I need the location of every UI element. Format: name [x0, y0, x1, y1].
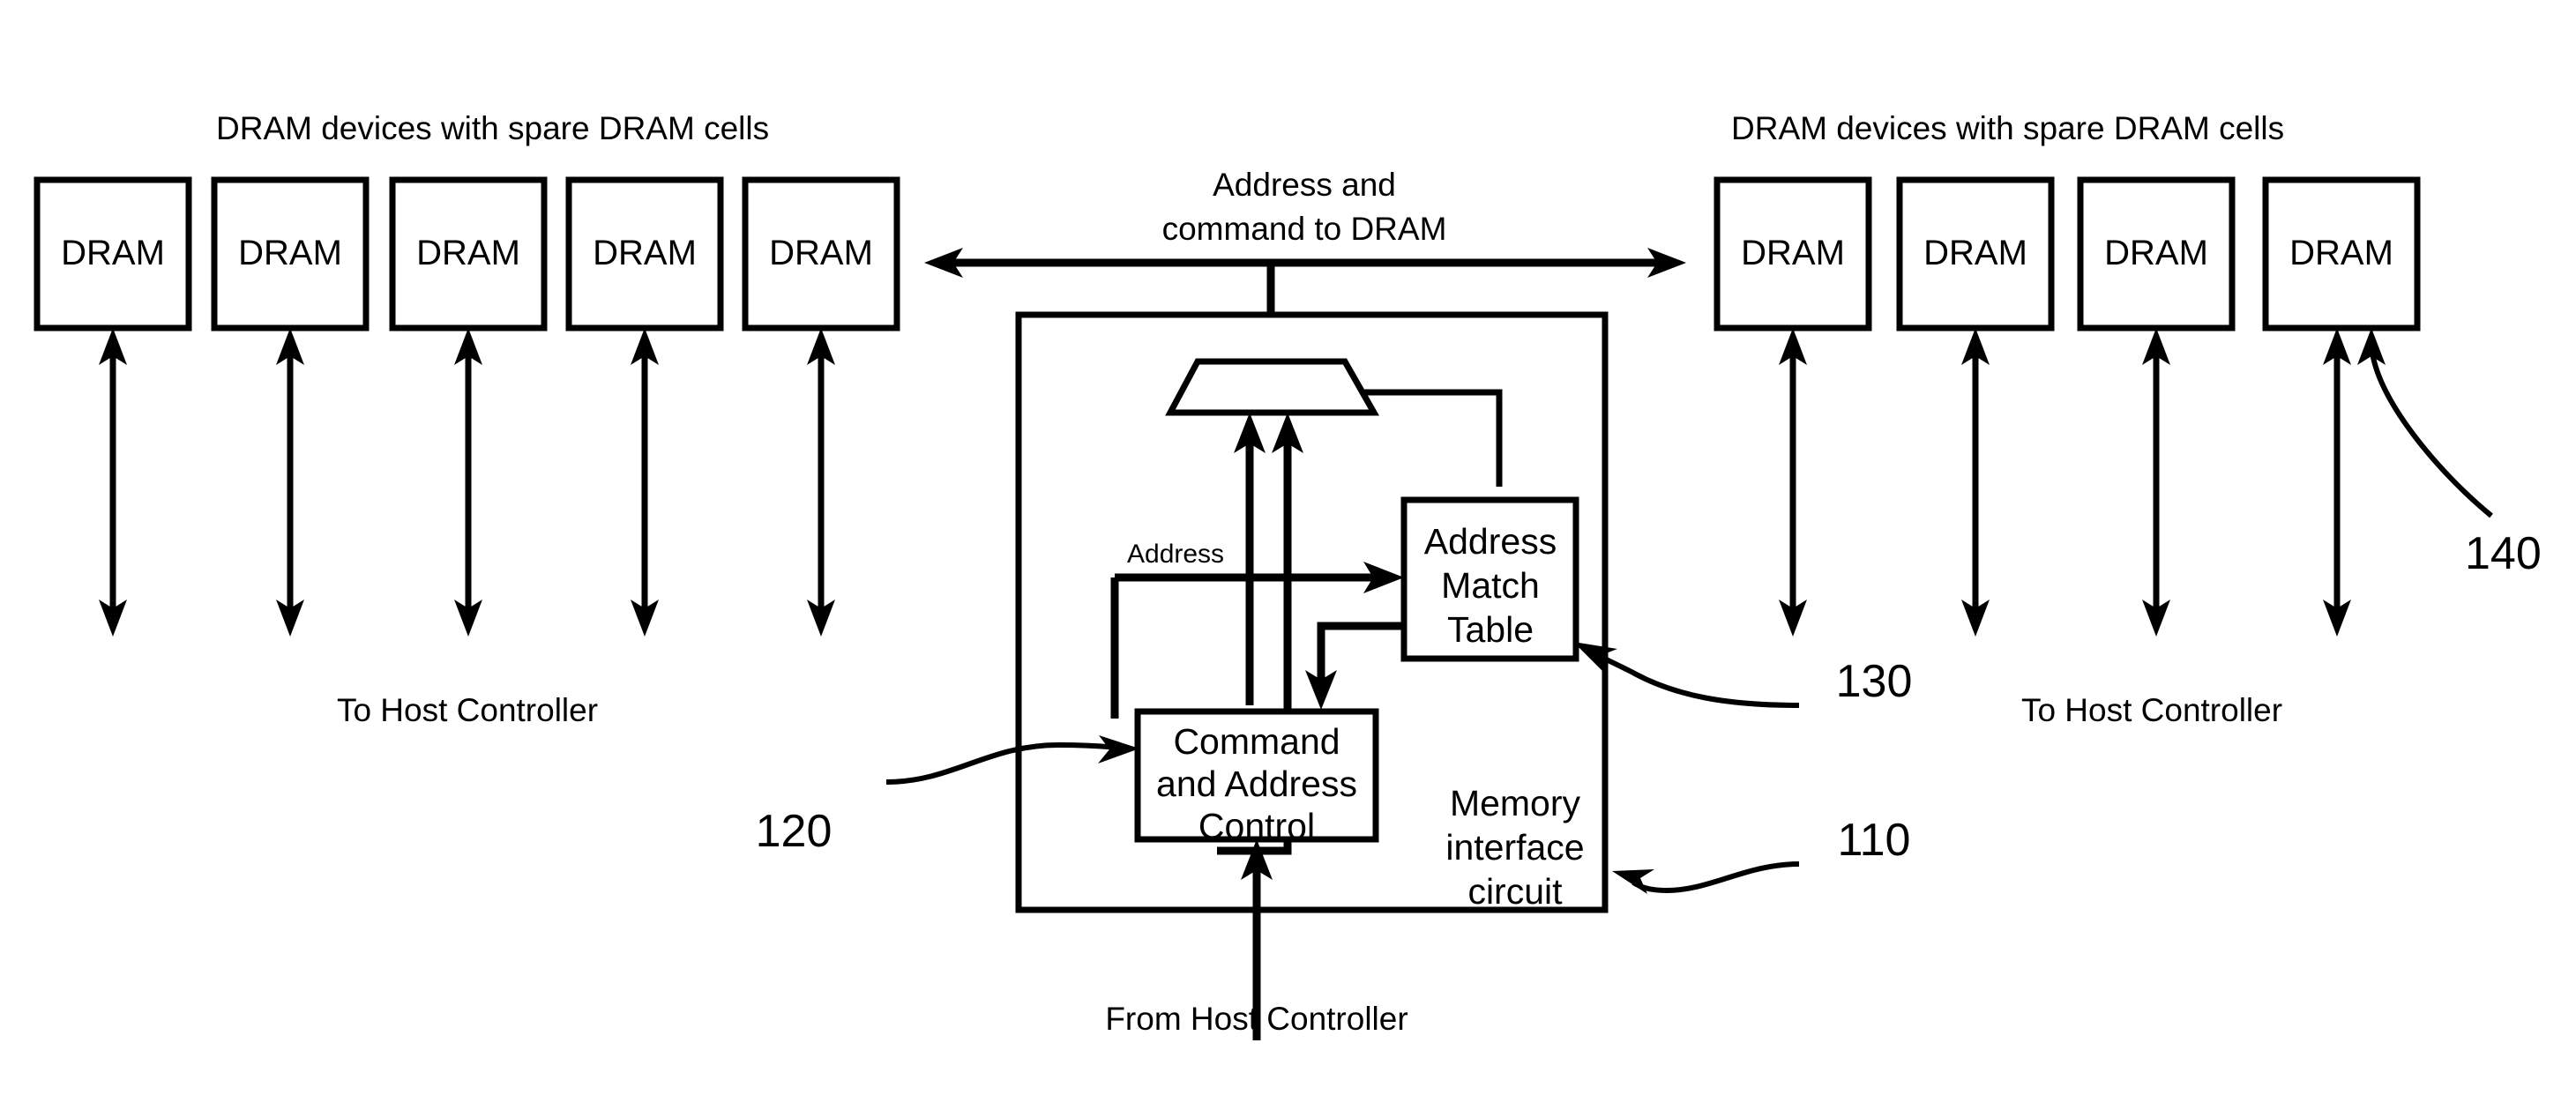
cac-line-2: and Address [1156, 764, 1357, 804]
right-dram-group: DRAM DRAM DRAM DRAM [1714, 176, 2421, 332]
from-host-controller-label: From Host Controller [1105, 1001, 1407, 1037]
dram-box[interactable]: DRAM [389, 176, 548, 332]
dram-label: DRAM [2289, 234, 2393, 272]
dram-label: DRAM [1923, 234, 2027, 272]
diagram-root: DRAM devices with spare DRAM cells DRAM … [0, 0, 2576, 1110]
reference-numeral-140: 140 [2465, 528, 2542, 579]
address-match-table-line-2: Match [1441, 565, 1540, 606]
dram-label: DRAM [769, 234, 873, 272]
right-group-caption: DRAM devices with spare DRAM cells [1731, 110, 2284, 146]
dram-box[interactable]: DRAM [1714, 176, 1872, 332]
interface-label-line-3: circuit [1467, 871, 1563, 912]
dram-label: DRAM [1741, 234, 1845, 272]
dram-box[interactable]: DRAM [34, 176, 192, 332]
dram-box[interactable]: DRAM [1896, 176, 2055, 332]
left-host-arrow-group [99, 328, 835, 637]
left-host-controller-label: To Host Controller [337, 692, 598, 728]
multiplexer-block[interactable] [1165, 358, 1380, 416]
host-bidirectional-arrow [2323, 328, 2351, 637]
dram-label: DRAM [593, 234, 697, 272]
reference-callout-110: 110 [1612, 815, 1910, 894]
cac-line-1: Command [1173, 721, 1340, 762]
address-signal-label: Address [1127, 540, 1224, 569]
bus-label-line-2: command to DRAM [1162, 211, 1447, 247]
dram-box[interactable]: DRAM [2077, 176, 2236, 332]
left-group-caption: DRAM devices with spare DRAM cells [216, 110, 769, 146]
host-bidirectional-arrow [454, 328, 482, 637]
right-host-controller-label: To Host Controller [2021, 692, 2282, 728]
host-bidirectional-arrow [1779, 328, 1807, 637]
reference-numeral-130: 130 [1836, 656, 1913, 707]
reference-callout-140: 140 [2357, 328, 2542, 579]
host-bidirectional-arrow [99, 328, 127, 637]
host-bidirectional-arrow [276, 328, 304, 637]
host-bidirectional-arrow [1961, 328, 1990, 637]
reference-callout-130: 130 [1573, 642, 1913, 708]
dram-box[interactable]: DRAM [211, 176, 370, 332]
dram-box[interactable]: DRAM [742, 176, 900, 332]
interface-label-line-2: interface [1445, 827, 1584, 868]
reference-numeral-110: 110 [1838, 815, 1911, 866]
dram-box[interactable]: DRAM [565, 176, 724, 332]
block-diagram-canvas: DRAM devices with spare DRAM cells DRAM … [34, 110, 2542, 1040]
dram-label: DRAM [416, 234, 520, 272]
interface-label-line-1: Memory [1450, 783, 1581, 823]
address-match-table-line-1: Address [1424, 521, 1557, 562]
right-host-arrow-group [1779, 328, 2351, 637]
dram-label: DRAM [2104, 234, 2208, 272]
dram-box[interactable]: DRAM [2262, 176, 2421, 332]
host-bidirectional-arrow [807, 328, 835, 637]
dram-label: DRAM [61, 234, 165, 272]
dram-label: DRAM [238, 234, 342, 272]
left-dram-group: DRAM DRAM DRAM DRAM DRAM [34, 176, 900, 332]
bus-label-line-1: Address and [1213, 167, 1396, 203]
reference-numeral-120: 120 [756, 806, 833, 857]
address-match-table-line-3: Table [1447, 609, 1534, 650]
host-bidirectional-arrow [2142, 328, 2170, 637]
host-bidirectional-arrow [631, 328, 659, 637]
